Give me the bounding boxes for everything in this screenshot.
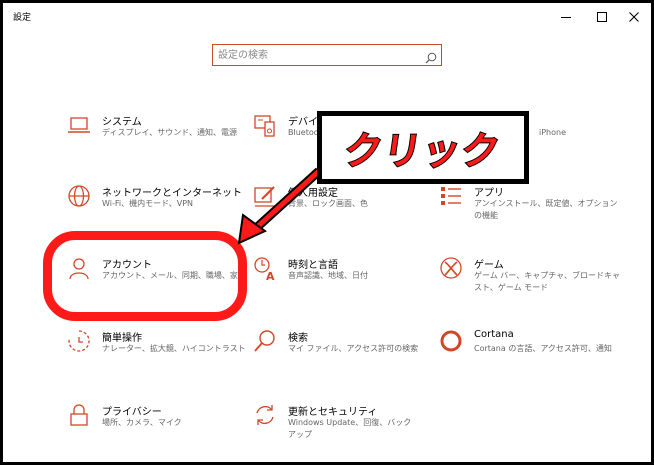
callout-label: クリック bbox=[340, 128, 504, 174]
click-callout: クリック bbox=[317, 111, 529, 184]
annotation-arrow bbox=[237, 167, 323, 245]
settings-window: 設定 システム ディスプレイ、サウンド、通知、電源 デ bbox=[3, 3, 651, 462]
